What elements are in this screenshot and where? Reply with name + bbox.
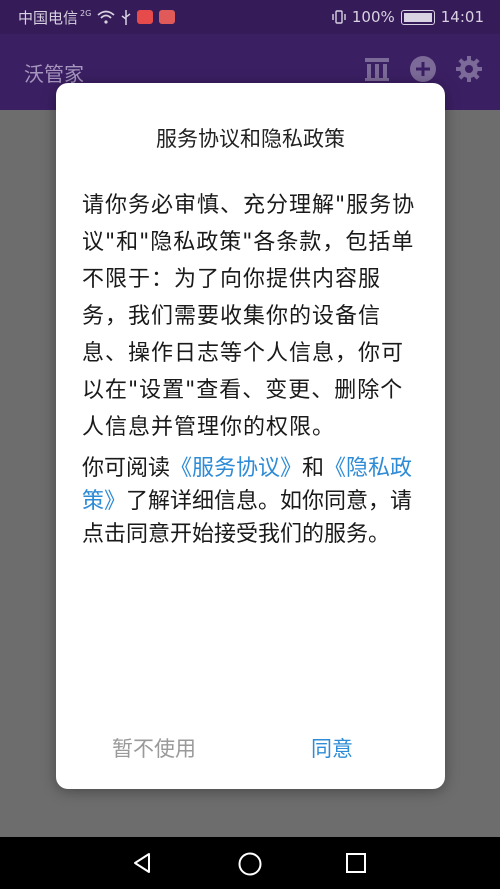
dialog-body: 请你务必审慎、充分理解"服务协议"和"隐私政策"各条款，包括单不限于：为了向你提…	[82, 187, 422, 551]
navigation-bar	[0, 837, 500, 889]
carrier-label: 中国电信	[18, 8, 79, 27]
vibrate-icon	[332, 10, 346, 24]
read-middle: 和	[302, 456, 325, 481]
usb-icon	[121, 9, 131, 25]
decline-button[interactable]: 暂不使用	[112, 733, 196, 763]
status-right: 100% 14:01	[332, 0, 484, 34]
add-icon[interactable]	[408, 54, 438, 84]
clock: 14:01	[440, 8, 484, 26]
app-actions	[362, 54, 484, 84]
library-icon[interactable]	[362, 54, 392, 84]
dialog-title: 服务协议和隐私政策	[156, 127, 345, 151]
battery-percent: 100%	[351, 8, 395, 26]
back-icon[interactable]	[130, 851, 154, 875]
settings-icon[interactable]	[454, 54, 484, 84]
book-app-icon	[137, 10, 154, 24]
agree-button[interactable]: 同意	[311, 733, 353, 763]
battery-icon	[400, 9, 435, 25]
read-suffix: 了解详细信息。如你同意，请点击同意开始接受我们的服务。	[82, 489, 413, 547]
recents-icon[interactable]	[345, 852, 367, 874]
privacy-dialog: 服务协议和隐私政策 请你务必审慎、充分理解"服务协议"和"隐私政策"各条款，包括…	[56, 83, 445, 789]
status-left: 中国电信 2G	[18, 0, 176, 34]
wifi-icon	[97, 10, 115, 24]
notification-app-icon	[159, 10, 176, 24]
screen: 中国电信 2G 100% 14:01 沃管家 服务协议和隐私政策 请你务必审慎、…	[0, 0, 500, 889]
read-more-paragraph: 你可阅读《服务协议》和《隐私政策》了解详细信息。如你同意，请点击同意开始接受我们…	[82, 452, 422, 551]
read-prefix: 你可阅读	[82, 456, 171, 481]
status-bar: 中国电信 2G 100% 14:01	[0, 0, 500, 34]
policy-paragraph: 请你务必审慎、充分理解"服务协议"和"隐私政策"各条款，包括单不限于：为了向你提…	[82, 193, 416, 440]
home-icon[interactable]	[237, 851, 263, 877]
network-type: 2G	[80, 8, 92, 18]
terms-of-service-link[interactable]: 《服务协议》	[170, 456, 302, 481]
